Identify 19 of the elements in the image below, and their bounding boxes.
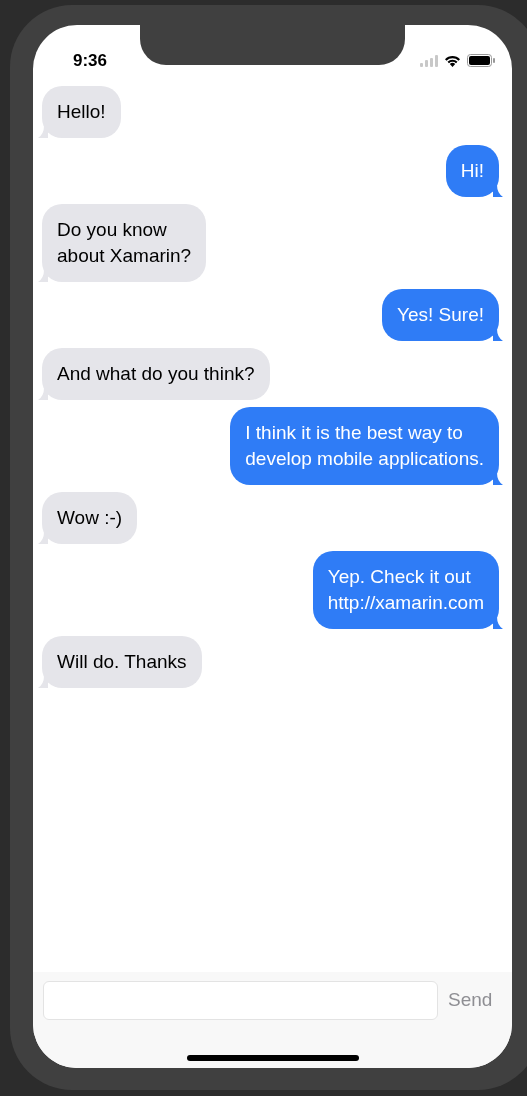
bubble-tail-icon xyxy=(493,185,503,197)
bubble-tail-icon xyxy=(493,329,503,341)
bubble-tail-icon xyxy=(493,617,503,629)
status-time: 9:36 xyxy=(73,49,108,72)
message-input-field[interactable] xyxy=(43,981,438,1020)
message-bubble: Yes! Sure! xyxy=(382,289,499,341)
battery-icon xyxy=(467,54,495,67)
message-bubble: Yep. Check it out http://xamarin.com xyxy=(312,551,499,629)
message-bubble: Wow :-) xyxy=(42,492,138,544)
message-bubble: Do you know about Xamarin? xyxy=(42,204,207,282)
message-bubble: And what do you think? xyxy=(42,348,270,400)
message-bubble: Hi! xyxy=(445,145,499,197)
wifi-icon xyxy=(444,54,461,67)
bubble-tail-icon xyxy=(493,473,503,485)
signal-icon xyxy=(420,54,438,67)
message-bubble: Will do. Thanks xyxy=(42,636,202,688)
send-button[interactable]: Send xyxy=(448,986,493,1015)
message-bubble: Hello! xyxy=(42,86,121,138)
message-bubble: I think it is the best way to develop mobile applications. xyxy=(230,407,499,485)
